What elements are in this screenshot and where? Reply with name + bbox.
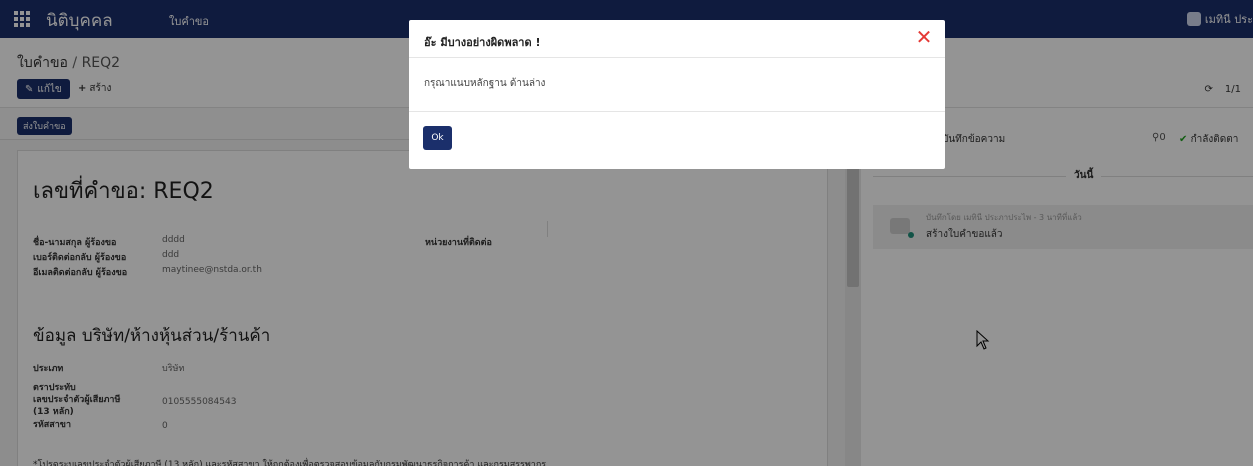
ok-button[interactable]: Ok (423, 126, 452, 150)
dialog-title: อ๊ะ มีบางอย่างผิดพลาด ! (424, 36, 541, 49)
dialog-header: อ๊ะ มีบางอย่างผิดพลาด ! ✕ (409, 20, 945, 58)
close-icon[interactable]: ✕ (915, 27, 933, 47)
error-dialog: อ๊ะ มีบางอย่างผิดพลาด ! ✕ กรุณาแนบหลักฐา… (409, 20, 945, 169)
dialog-message: กรุณาแนบหลักฐาน ด้านล่าง (424, 78, 546, 89)
dialog-footer: Ok (409, 111, 945, 169)
